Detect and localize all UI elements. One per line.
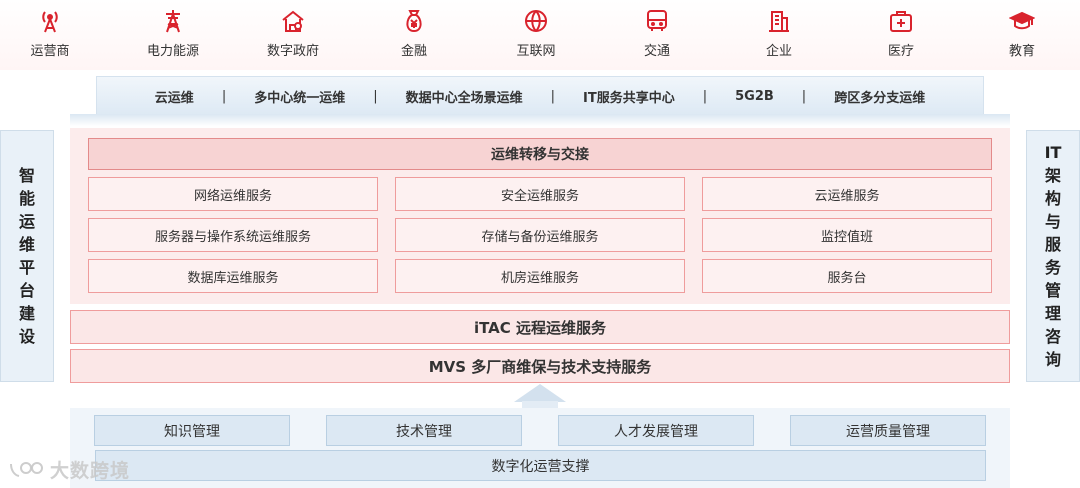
mgmt-box: 人才发展管理	[558, 415, 754, 446]
industry-internet: 互联网	[491, 8, 581, 59]
band-shadow	[70, 114, 1010, 126]
service-box: 服务器与操作系统运维服务	[88, 218, 378, 252]
money-bag-icon	[406, 10, 422, 33]
service-box: 云运维服务	[702, 177, 992, 211]
service-box: 机房运维服务	[395, 259, 685, 293]
industry-medical: 医疗	[856, 8, 946, 59]
industry-label: 数字政府	[266, 44, 319, 59]
service-box: 网络运维服务	[88, 177, 378, 211]
right-panel-it-consulting: IT架构与服务管理咨询	[1026, 130, 1080, 382]
service-box: 安全运维服务	[395, 177, 685, 211]
left-panel-text: 智能运维平台建设	[18, 166, 35, 346]
service-category-band: 云运维 | 多中心统一运维 | 数据中心全场景运维 | IT服务共享中心 | 5…	[96, 76, 984, 116]
band-separator: |	[801, 88, 807, 104]
mgmt-box: 运营质量管理	[790, 415, 986, 446]
service-box: 存储与备份运维服务	[395, 218, 685, 252]
band-item-it-shared: IT服务共享中心	[583, 90, 675, 106]
band-separator: |	[373, 88, 378, 104]
industry-label: 互联网	[516, 44, 556, 59]
office-building-icon	[769, 11, 789, 32]
industry-label: 电力能源	[146, 44, 199, 59]
industry-row: 运营商 电力能源 数字政府 金融 互联网 交通 企业 医疗 教育	[0, 0, 1080, 70]
band-item-5g2b: 5G2B	[735, 88, 774, 104]
industry-transport: 交通	[612, 8, 702, 59]
watermark-logo-icon	[10, 462, 43, 477]
mvs-bar: MVS 多厂商维保与技术支持服务	[70, 349, 1010, 383]
band-separator: |	[702, 88, 708, 104]
industry-label: 运营商	[30, 44, 70, 59]
industry-label: 金融	[400, 44, 427, 59]
government-building-icon	[282, 10, 304, 32]
band-item-multi-center: 多中心统一运维	[254, 90, 346, 106]
industry-government: 数字政府	[248, 8, 338, 59]
service-box: 数据库运维服务	[88, 259, 378, 293]
industry-label: 教育	[1008, 44, 1035, 59]
up-arrow	[514, 384, 566, 402]
digital-ops-support-bar: 数字化运营支撑	[95, 450, 986, 481]
band-item-datacenter: 数据中心全场景运维	[405, 90, 523, 106]
service-box: 监控值班	[702, 218, 992, 252]
band-item-cross-region: 跨区多分支运维	[834, 90, 926, 106]
industry-finance: 金融	[369, 8, 459, 59]
service-box: 服务台	[702, 259, 992, 293]
bus-icon	[647, 10, 667, 31]
industry-label: 交通	[643, 44, 670, 59]
ops-transfer-box: 运维转移与交接	[88, 138, 992, 170]
band-item-cloud-ops: 云运维	[154, 90, 194, 106]
graduation-cap-icon	[1009, 11, 1035, 30]
industry-label: 医疗	[887, 44, 914, 59]
left-panel-intelligent-ops-platform: 智能运维平台建设	[0, 130, 54, 382]
medical-kit-icon	[890, 11, 912, 32]
mgmt-box: 技术管理	[326, 415, 522, 446]
industry-enterprise: 企业	[734, 8, 824, 59]
band-separator: |	[550, 88, 556, 104]
itac-bar: iTAC 远程运维服务	[70, 310, 1010, 344]
band-separator: |	[221, 88, 227, 104]
industry-energy: 电力能源	[128, 8, 218, 59]
power-pylon-icon	[166, 10, 180, 33]
industry-education: 教育	[977, 8, 1067, 59]
signal-tower-icon	[42, 11, 58, 33]
globe-icon	[525, 10, 547, 32]
industry-telecom: 运营商	[5, 8, 95, 59]
watermark: 大数跨境	[8, 456, 130, 482]
mgmt-box: 知识管理	[94, 415, 290, 446]
watermark-text: 大数跨境	[50, 459, 131, 482]
industry-label: 企业	[765, 44, 792, 59]
right-panel-text: IT架构与服务管理咨询	[1044, 143, 1062, 369]
